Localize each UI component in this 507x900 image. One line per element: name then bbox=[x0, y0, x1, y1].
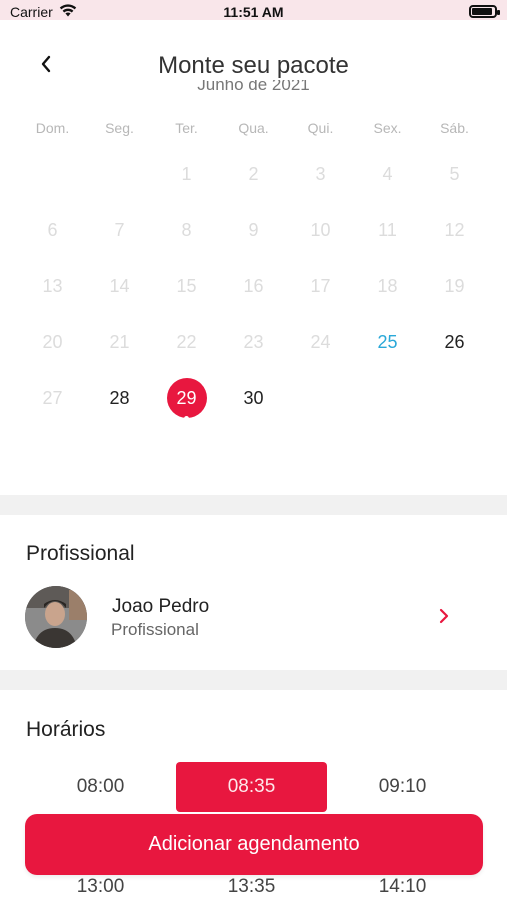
selected-day-circle: 29 bbox=[166, 378, 207, 418]
calendar-day: 8 bbox=[181, 219, 192, 240]
calendar-grid: 1 2 3 4 5 6 7 8 9 10 11 12 13 14 15 16 17 18 19 20 21 22 23 24 2… bbox=[19, 146, 488, 426]
weekday-label: Dom. bbox=[35, 120, 70, 136]
weekday-label: Ter. bbox=[175, 120, 198, 136]
calendar-empty-cell bbox=[86, 146, 153, 202]
weekday-label: Qui. bbox=[307, 120, 334, 136]
calendar-day: 23 bbox=[243, 331, 264, 352]
calendar-week: 13 14 15 16 17 18 19 bbox=[19, 258, 488, 314]
calendar-day: 18 bbox=[377, 275, 398, 296]
calendar-empty-cell bbox=[287, 370, 354, 426]
event-dot bbox=[184, 416, 189, 421]
calendar-day: 3 bbox=[315, 163, 326, 184]
calendar-empty-cell bbox=[354, 370, 421, 426]
calendar-day: 19 bbox=[444, 275, 465, 296]
calendar-day: 11 bbox=[378, 219, 397, 240]
add-appointment-button[interactable]: Adicionar agendamento bbox=[25, 814, 483, 875]
calendar-day: 14 bbox=[109, 275, 130, 296]
status-bar: Carrier 11:51 AM bbox=[0, 0, 507, 20]
section-divider bbox=[0, 495, 507, 515]
weekday-row: Dom. Seg. Ter. Qua. Qui. Sex. Sáb. bbox=[19, 120, 488, 146]
calendar-day: 22 bbox=[176, 331, 197, 352]
calendar: Dom. Seg. Ter. Qua. Qui. Sex. Sáb. 1 2 3 4 5 6 7 8 9 10… bbox=[19, 120, 488, 426]
calendar-day[interactable]: 28 bbox=[86, 370, 153, 426]
month-label: Junho de 2021 bbox=[0, 80, 507, 94]
section-divider bbox=[0, 670, 507, 690]
professional-role: Profissional bbox=[111, 620, 199, 639]
time-slot[interactable]: 09:10 bbox=[327, 762, 478, 812]
status-time: 11:51 AM bbox=[223, 4, 284, 20]
calendar-day: 9 bbox=[248, 219, 259, 240]
calendar-week: 1 2 3 4 5 bbox=[19, 146, 488, 202]
battery-icon bbox=[469, 5, 500, 18]
calendar-day: 6 bbox=[47, 219, 58, 240]
calendar-day: 4 bbox=[382, 163, 393, 184]
calendar-day: 13 bbox=[42, 275, 63, 296]
calendar-day[interactable]: 30 bbox=[220, 370, 287, 426]
calendar-day: 12 bbox=[444, 219, 465, 240]
calendar-day: 15 bbox=[176, 275, 197, 296]
professional-name: Joao Pedro bbox=[112, 596, 210, 617]
calendar-empty-cell bbox=[421, 370, 488, 426]
weekday-label: Qua. bbox=[238, 120, 269, 136]
weekday-label: Seg. bbox=[105, 120, 134, 136]
calendar-day[interactable]: 29 bbox=[153, 370, 220, 426]
weekday-label: Sáb. bbox=[440, 120, 469, 136]
calendar-day: 20 bbox=[42, 331, 63, 352]
calendar-week: 20 21 22 23 24 25 26 bbox=[19, 314, 488, 370]
calendar-day: 17 bbox=[310, 275, 331, 296]
page-title: Monte seu pacote bbox=[158, 52, 349, 79]
calendar-day: 1 bbox=[181, 163, 192, 184]
calendar-day: 5 bbox=[449, 163, 460, 184]
schedule-section-title: Horários bbox=[26, 718, 106, 741]
calendar-day: 7 bbox=[114, 219, 125, 240]
calendar-day: 21 bbox=[109, 331, 130, 352]
time-slot-selected[interactable]: 08:35 bbox=[176, 762, 327, 812]
calendar-day: 24 bbox=[310, 331, 331, 352]
calendar-day: 2 bbox=[248, 163, 259, 184]
weekday-label: Sex. bbox=[373, 120, 402, 136]
calendar-week: 6 7 8 9 10 11 12 bbox=[19, 202, 488, 258]
calendar-day: 16 bbox=[243, 275, 264, 296]
time-slot[interactable]: 08:00 bbox=[25, 762, 176, 812]
avatar bbox=[25, 586, 87, 648]
calendar-week: 27 28 29 30 bbox=[19, 370, 488, 426]
calendar-day: 10 bbox=[310, 219, 331, 240]
month-text: Junho de 2021 bbox=[197, 80, 310, 94]
professional-section-title: Profissional bbox=[26, 542, 135, 565]
calendar-day[interactable]: 26 bbox=[421, 314, 488, 370]
calendar-empty-cell bbox=[19, 146, 86, 202]
chevron-right-icon[interactable] bbox=[436, 606, 452, 626]
calendar-day[interactable]: 25 bbox=[354, 314, 421, 370]
calendar-day: 27 bbox=[42, 387, 63, 408]
battery-fill bbox=[472, 8, 492, 15]
professional-row[interactable]: Joao Pedro Profissional bbox=[0, 580, 507, 652]
